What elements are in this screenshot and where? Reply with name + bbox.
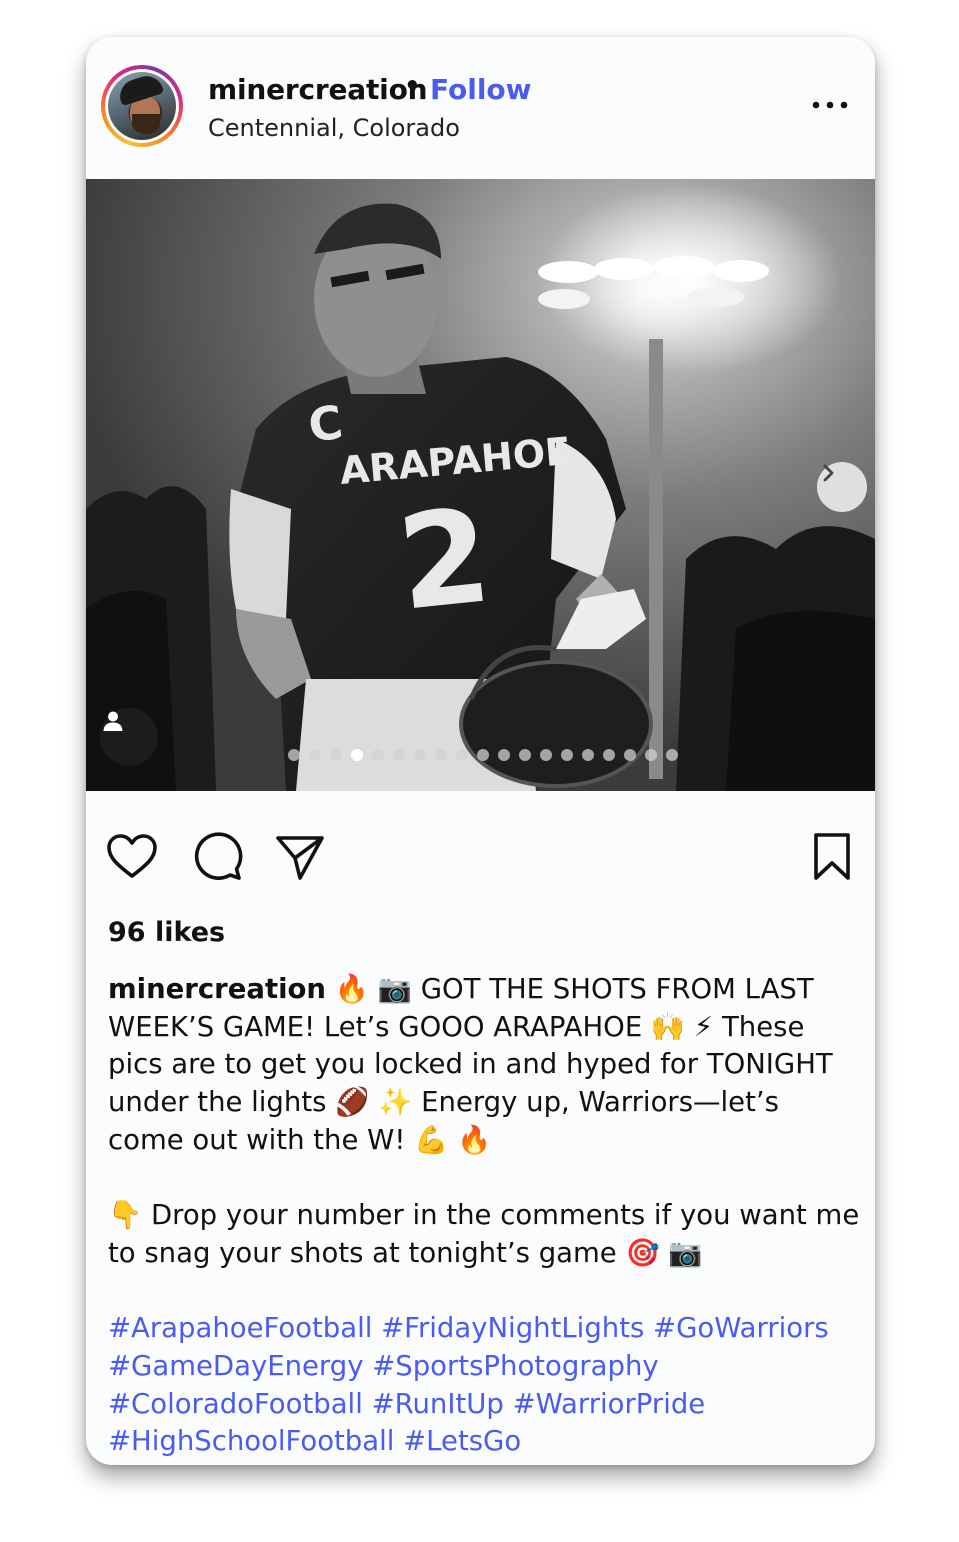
post-caption: minercreation 🔥 📷 GOT THE SHOTS FROM LAS… [108, 971, 860, 1461]
comment-icon[interactable] [191, 831, 243, 883]
carousel-dot [582, 749, 594, 761]
jersey-number: 2 [391, 479, 497, 640]
carousel-dot [330, 749, 342, 761]
carousel-dot [309, 749, 321, 761]
avatar[interactable] [101, 65, 183, 147]
carousel-dot [351, 749, 363, 761]
follow-button[interactable]: Follow [430, 73, 532, 106]
tagged-people-button[interactable] [100, 708, 158, 766]
carousel-dot [435, 749, 447, 761]
carousel-dot [477, 749, 489, 761]
heart-icon[interactable] [106, 831, 158, 883]
carousel-dot [519, 749, 531, 761]
caption-username[interactable]: minercreation [108, 973, 326, 1005]
carousel-dot [414, 749, 426, 761]
carousel-dot [666, 749, 678, 761]
bookmark-icon[interactable] [806, 831, 858, 883]
send-icon[interactable] [274, 831, 326, 883]
carousel-dot [645, 749, 657, 761]
caption-call-to-action: 👇 Drop your number in the comments if yo… [108, 1199, 860, 1269]
carousel-dot [624, 749, 636, 761]
carousel-dot [288, 749, 300, 761]
carousel-dot [372, 749, 384, 761]
instagram-post-card: minercreation • Follow Centennial, Color… [86, 37, 875, 1465]
more-horizontal-icon[interactable] [810, 93, 850, 117]
carousel-dot [498, 749, 510, 761]
username-link[interactable]: minercreation [208, 73, 428, 106]
carousel-dot [393, 749, 405, 761]
separator-dot: • [404, 71, 421, 101]
carousel-dot [540, 749, 552, 761]
chevron-right-icon [823, 464, 834, 482]
person-tag-icon [103, 711, 123, 731]
post-image[interactable]: ARAPAHOE C 2 [86, 179, 875, 791]
football-player-photo: ARAPAHOE C 2 [86, 179, 875, 791]
post-header: minercreation • Follow Centennial, Color… [86, 37, 875, 179]
action-bar [86, 791, 875, 911]
avatar-photo [108, 72, 176, 140]
carousel-next-button[interactable] [817, 462, 867, 512]
location-link[interactable]: Centennial, Colorado [208, 114, 460, 142]
carousel-dot [456, 749, 468, 761]
carousel-dot [561, 749, 573, 761]
carousel-indicator [288, 749, 678, 761]
caption-hashtags[interactable]: #ArapahoeFootball #FridayNightLights #Go… [108, 1310, 860, 1461]
like-count[interactable]: 96 likes [108, 917, 225, 948]
carousel-dot [603, 749, 615, 761]
